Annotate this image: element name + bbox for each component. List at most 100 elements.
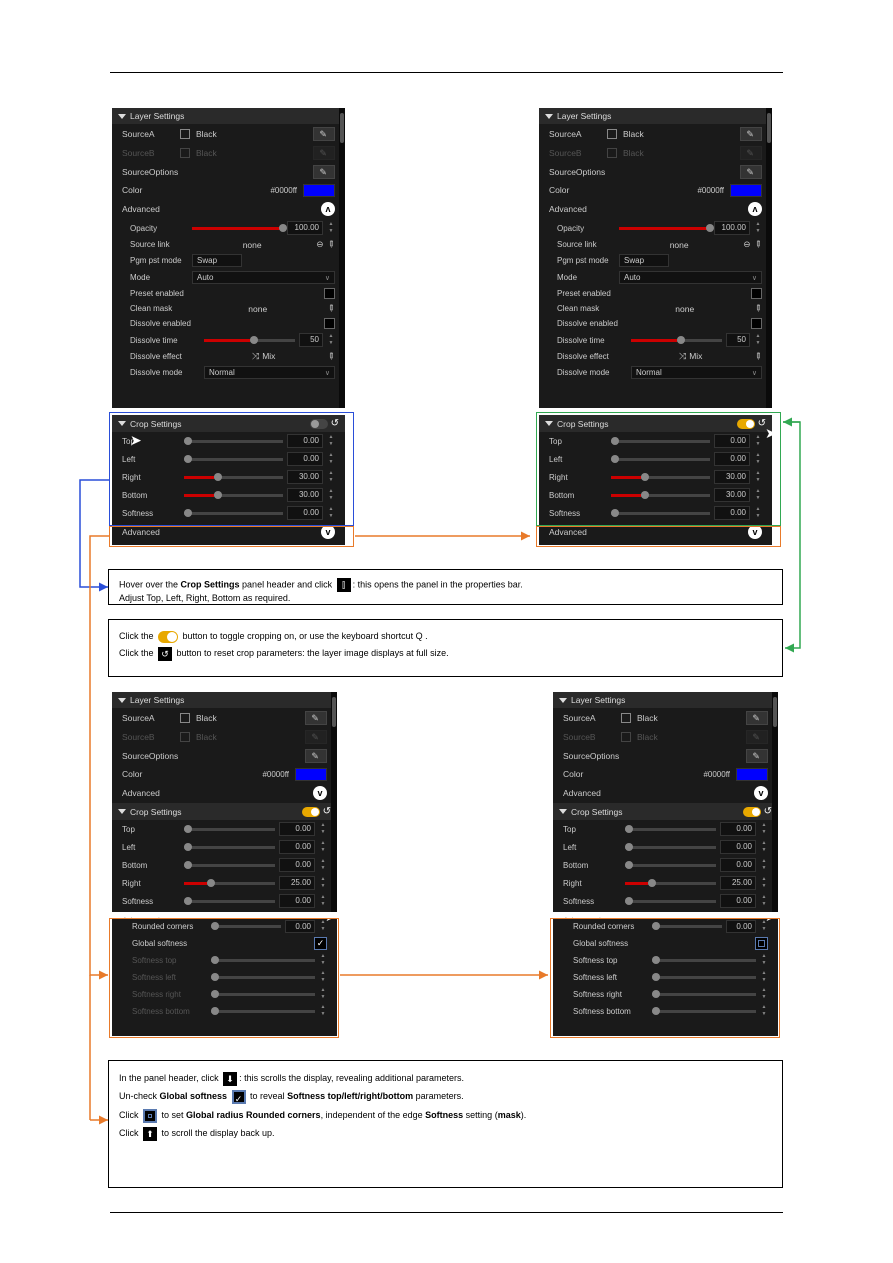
panel-a2: Layer Settings SourceABlack SourceBBlack… <box>539 108 772 408</box>
spinner[interactable]: ▲▼ <box>327 488 335 502</box>
crop-top-slider[interactable] <box>184 440 283 443</box>
expand-down-icon: ⬇ <box>223 1072 237 1086</box>
reset-icon[interactable]: ↺ <box>331 418 339 429</box>
collapse-icon[interactable]: ʌ <box>321 202 335 216</box>
layer-settings-header[interactable]: Layer Settings <box>112 108 345 124</box>
spinner[interactable]: ▲▼ <box>327 506 335 520</box>
crop-toggle-on[interactable] <box>302 807 320 817</box>
opacity-row: Opacity 100.00 ▲▼ <box>120 219 345 237</box>
crop-toggle[interactable] <box>310 419 328 429</box>
crop-softness-label: Softness <box>122 509 180 518</box>
crop-left-label: Left <box>122 455 180 464</box>
maximize-icon: ⫿ <box>337 578 351 592</box>
preset-enabled-row: Preset enabled <box>120 286 345 301</box>
scrollbar[interactable] <box>772 692 778 912</box>
eyedropper-button[interactable] <box>327 303 335 314</box>
crop-panel-a2: Crop Settings ↺ Top0.00▲▼ Left0.00▲▼ Rig… <box>539 415 772 545</box>
opacity-slider[interactable] <box>192 227 283 230</box>
scrollbar[interactable] <box>331 692 337 912</box>
crop-top-value[interactable]: 0.00 <box>287 434 323 448</box>
spinner[interactable]: ▲▼ <box>327 333 335 347</box>
collapse-up-icon: ⬆ <box>143 1127 157 1141</box>
mode-dropdown[interactable]: Auto∨ <box>192 271 335 284</box>
page-top-rule <box>110 72 783 73</box>
spinner[interactable]: ▲▼ <box>327 434 335 448</box>
crop-settings-header[interactable]: Crop Settings ↺ <box>112 415 345 432</box>
clean-mask-value: none <box>192 304 323 314</box>
checkbox-unchecked-icon <box>143 1109 157 1123</box>
dissolve-time-value[interactable]: 50 <box>299 333 323 347</box>
crop-bottom-slider[interactable] <box>184 494 283 497</box>
crop-left-row: Left 0.00 ▲▼ <box>112 450 345 468</box>
dissolve-checkbox[interactable] <box>324 318 335 329</box>
layer-settings-header[interactable]: Layer Settings <box>539 108 772 124</box>
source-link-label: Source link <box>130 240 188 249</box>
crop-left-value[interactable]: 0.00 <box>287 452 323 466</box>
crop-panel-a1: Crop Settings ↺ Top 0.00 ▲▼ Left 0.00 ▲▼… <box>112 415 345 545</box>
crop-toggle-on[interactable] <box>737 419 755 429</box>
crop-right-row: Right 30.00 ▲▼ <box>112 468 345 486</box>
opacity-label: Opacity <box>130 224 188 233</box>
note-orange: In the panel header, click ⬇: this scrol… <box>108 1060 783 1188</box>
source-b-checkbox <box>180 148 190 158</box>
spinner[interactable]: ▲▼ <box>327 452 335 466</box>
page-bottom-rule <box>110 1212 783 1213</box>
opacity-value[interactable]: 100.00 <box>287 221 323 235</box>
scrollbar[interactable] <box>766 108 772 408</box>
mix-label: Mix <box>262 351 275 361</box>
eyedropper-button[interactable] <box>313 165 335 179</box>
panel-b1: Layer Settings SourceABlack SourceBBlack… <box>112 692 337 912</box>
source-b-row: SourceB Black <box>112 143 345 162</box>
crop-bottom-label: Bottom <box>122 491 180 500</box>
dissolve-time-slider[interactable] <box>204 339 295 342</box>
crop-softness-value[interactable]: 0.00 <box>287 506 323 520</box>
clean-mask-row: Clean mask none <box>120 301 345 316</box>
expand-icon[interactable]: v <box>321 525 335 539</box>
source-a-row: SourceA Black <box>112 124 345 143</box>
scrollbar[interactable] <box>339 108 345 408</box>
crop-settings-label: Crop Settings <box>557 419 609 429</box>
eyedropper-button[interactable] <box>313 127 335 141</box>
crop-bottom-row: Bottom 30.00 ▲▼ <box>112 486 345 504</box>
chevron-down-icon <box>545 421 553 426</box>
reset-icon[interactable]: ↺ <box>758 418 766 429</box>
color-value: #0000ff <box>270 186 297 195</box>
dissolve-effect-label: Dissolve effect <box>130 352 200 361</box>
checkbox-checked-icon <box>232 1090 246 1104</box>
color-swatch[interactable] <box>303 184 335 197</box>
dissolve-mode-dropdown[interactable]: Normal∨ <box>204 366 335 379</box>
source-a-label: SourceA <box>122 129 180 139</box>
clean-mask-label: Clean mask <box>130 304 188 313</box>
crop-right-slider[interactable] <box>184 476 283 479</box>
crop-settings-header[interactable]: Crop Settings ↺ <box>539 415 772 432</box>
reset-icon[interactable]: ↺ <box>323 806 331 817</box>
source-b-black-label: Black <box>196 148 217 158</box>
dissolve-enabled-row: Dissolve enabled <box>120 316 345 331</box>
source-options-row: SourceOptions <box>112 162 345 181</box>
eyedropper-button[interactable] <box>327 351 335 362</box>
global-softness-checkbox-unchecked[interactable] <box>755 937 768 950</box>
crop-left-slider[interactable] <box>184 458 283 461</box>
eyedropper-button[interactable] <box>327 239 335 250</box>
pgm-pst-row: Pgm pst mode Swap <box>120 252 345 269</box>
spinner[interactable]: ▲▼ <box>327 470 335 484</box>
dissolve-time-row: Dissolve time 50 ▲▼ <box>120 331 345 349</box>
note-green: Click the button to toggle cropping on, … <box>108 619 783 677</box>
advanced-row[interactable]: Advanced ʌ <box>112 199 345 219</box>
preset-checkbox[interactable] <box>324 288 335 299</box>
crop-softness-slider[interactable] <box>184 512 283 515</box>
minus-button[interactable]: ⊖ <box>316 239 323 250</box>
crop-advanced-row[interactable]: Advanced v <box>112 522 345 542</box>
panel-b2-advanced: Rounded corners0.00▲▼ Global softness So… <box>553 918 778 1036</box>
shuffle-icon: ⤨ <box>252 351 259 361</box>
pgm-pst-dropdown[interactable]: Swap <box>192 254 242 267</box>
crop-bottom-value[interactable]: 30.00 <box>287 488 323 502</box>
source-a-checkbox[interactable] <box>180 129 190 139</box>
note-blue: Hover over the Crop Settings panel heade… <box>108 569 783 605</box>
crop-right-value[interactable]: 30.00 <box>287 470 323 484</box>
rounded-corners-row: Rounded corners0.00▲▼ <box>112 918 337 935</box>
spinner[interactable]: ▲▼ <box>327 221 335 235</box>
crop-advanced-label: Advanced <box>122 527 160 537</box>
global-softness-checkbox-checked[interactable] <box>314 937 327 950</box>
source-link-row: Source link none ⊖ <box>120 237 345 252</box>
